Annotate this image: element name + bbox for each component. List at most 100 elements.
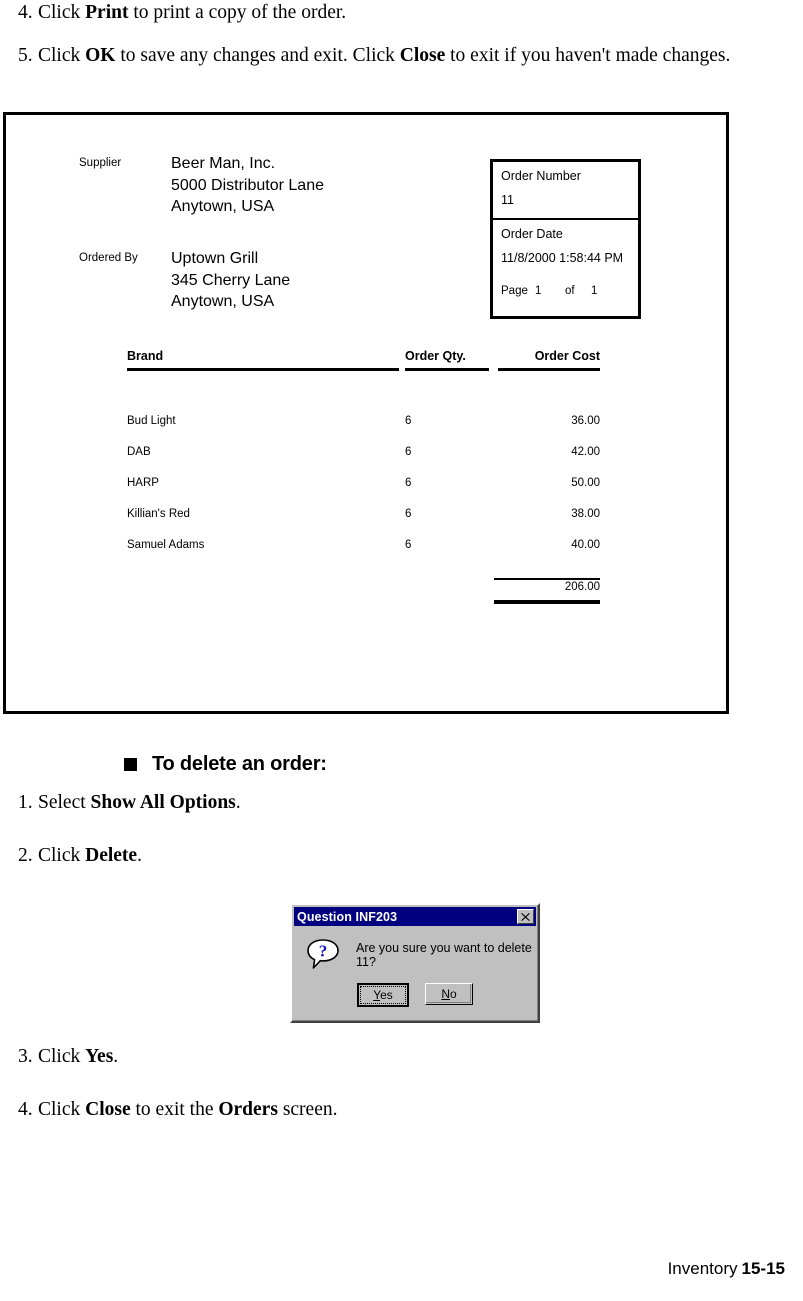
- step-plain: .: [235, 792, 241, 813]
- total-rule-bottom: [494, 600, 600, 604]
- cell-brand: Bud Light: [127, 415, 176, 427]
- step-plain: to exit if you haven't made changes.: [445, 45, 731, 66]
- instruction-step: 4. Click Close to exit the Orders screen.: [0, 1097, 803, 1122]
- cell-order-cost: 40.00: [571, 539, 600, 551]
- column-header-order-cost: Order Cost: [534, 349, 600, 363]
- no-button[interactable]: No: [425, 983, 473, 1005]
- step-text: Click Delete.: [38, 843, 803, 868]
- page-footer: Inventory 15-15: [668, 1259, 785, 1279]
- footer-chapter: Inventory: [667, 1259, 738, 1278]
- delete-order-steps-continued: 3. Click Yes. 4. Click Close to exit the Or…: [0, 1044, 803, 1122]
- table-row: DAB 6 42.00: [125, 446, 605, 477]
- instruction-step: 4. Click Print to print a copy of the ord…: [0, 0, 803, 25]
- page-total: 1: [591, 285, 598, 297]
- page-label: Page: [501, 285, 528, 297]
- header-rule-brand: [127, 368, 399, 371]
- step-emphasis: Show All Options: [90, 792, 236, 813]
- page-indicator: Page 1 of 1: [501, 285, 638, 297]
- section-heading: To delete an order:: [124, 753, 327, 776]
- dialog-titlebar[interactable]: Question INF203: [294, 907, 536, 926]
- cell-order-qty: 6: [405, 446, 412, 458]
- total-rule-top: [494, 578, 600, 580]
- table-body: Bud Light 6 36.00 DAB 6 42.00 HARP 6 50.00 Killia…: [125, 415, 605, 570]
- order-info-box: Order Number 11 Order Date 11/8/2000 1:5…: [490, 159, 641, 319]
- step-number: 4.: [18, 1099, 33, 1120]
- step-emphasis: Delete: [85, 845, 138, 866]
- step-plain: Click: [38, 1046, 86, 1067]
- dialog-body: ? Are you sure you want to delete 11?: [294, 929, 536, 981]
- section-heading-text: To delete an order:: [152, 753, 327, 775]
- yes-button[interactable]: Yes: [357, 983, 409, 1007]
- close-icon[interactable]: [517, 909, 534, 924]
- cell-brand: HARP: [127, 477, 159, 489]
- cell-brand: Killian's Red: [127, 508, 190, 520]
- step-emphasis: OK: [85, 45, 116, 66]
- order-number-value: 11: [501, 193, 514, 207]
- cell-order-cost: 38.00: [571, 508, 600, 520]
- order-date-label: Order Date: [501, 227, 563, 241]
- table-row: Samuel Adams 6 40.00: [125, 539, 605, 570]
- filled-square-icon: [124, 758, 137, 771]
- table-header-row: Brand Order Qty. Order Cost: [125, 349, 605, 371]
- step-text: Click OK to save any changes and exit. C…: [38, 43, 803, 68]
- cell-order-qty: 6: [405, 508, 412, 520]
- instruction-step: 1. Select Show All Options.: [0, 790, 803, 815]
- order-number-section: Order Number 11: [493, 162, 638, 220]
- step-emphasis: Yes: [85, 1046, 114, 1067]
- step-number: 3.: [18, 1046, 33, 1067]
- order-total-block: 206.00: [125, 578, 605, 612]
- cell-order-qty: 6: [405, 477, 412, 489]
- instruction-step: 5. Click OK to save any changes and exit.…: [0, 43, 803, 68]
- question-dialog[interactable]: Question INF203 ? Are you sure you want …: [290, 903, 540, 1023]
- header-rule-qty: [405, 368, 489, 371]
- cell-brand: DAB: [127, 446, 151, 458]
- step-plain: .: [113, 1046, 119, 1067]
- dialog-title: Question INF203: [297, 909, 398, 924]
- step-plain: Click: [38, 2, 86, 23]
- column-header-order-qty: Order Qty.: [405, 349, 466, 363]
- step-number: 4.: [18, 2, 33, 23]
- ordered-by-label: Ordered By: [79, 252, 138, 264]
- svg-text:?: ?: [319, 942, 328, 961]
- order-date-value: 11/8/2000 1:58:44 PM: [501, 251, 624, 265]
- order-date-section: Order Date 11/8/2000 1:58:44 PM Page 1 of 1: [493, 220, 638, 297]
- step-text: Click Close to exit the Orders screen.: [38, 1097, 803, 1122]
- delete-order-steps: 1. Select Show All Options. 2. Click Delete…: [0, 790, 803, 868]
- instruction-step: 3. Click Yes.: [0, 1044, 803, 1069]
- step-plain: to exit the: [130, 1099, 219, 1120]
- order-report-preview: Supplier Beer Man, Inc. 5000 Distributor…: [3, 112, 729, 714]
- step-plain: Click: [38, 45, 86, 66]
- cell-order-cost: 36.00: [571, 415, 600, 427]
- yes-button-label-rest: es: [380, 988, 393, 1002]
- step-plain: Click: [38, 1099, 86, 1120]
- step-emphasis: Print: [85, 2, 129, 23]
- step-emphasis: Close: [85, 1099, 131, 1120]
- supplier-label: Supplier: [79, 157, 122, 169]
- ordered-by-address: Uptown Grill 345 Cherry Lane Anytown, US…: [171, 250, 291, 310]
- step-text: Click Yes.: [38, 1044, 803, 1069]
- column-header-brand: Brand: [127, 349, 164, 363]
- cell-order-qty: 6: [405, 415, 412, 427]
- header-rule-cost: [498, 368, 600, 371]
- step-emphasis: Close: [399, 45, 446, 66]
- step-plain: to save any changes and exit. Click: [115, 45, 400, 66]
- step-text: Select Show All Options.: [38, 790, 803, 815]
- question-bubble-icon: ?: [306, 939, 340, 971]
- cell-order-cost: 50.00: [571, 477, 600, 489]
- step-plain: screen.: [277, 1099, 338, 1120]
- table-row: Killian's Red 6 38.00: [125, 508, 605, 539]
- instruction-step: 2. Click Delete.: [0, 843, 803, 868]
- step-number: 1.: [18, 792, 33, 813]
- step-plain: Select: [38, 792, 91, 813]
- step-number: 5.: [18, 45, 33, 66]
- cell-brand: Samuel Adams: [127, 539, 205, 551]
- step-emphasis: Orders: [218, 1099, 278, 1120]
- step-text: Click Print to print a copy of the order…: [38, 0, 803, 25]
- top-instruction-steps: 4. Click Print to print a copy of the ord…: [0, 0, 803, 68]
- dialog-message-text: Are you sure you want to delete 11?: [356, 941, 532, 969]
- step-plain: to print a copy of the order.: [128, 2, 347, 23]
- button-bevel: [426, 984, 471, 1003]
- table-row: HARP 6 50.00: [125, 477, 605, 508]
- step-number: 2.: [18, 845, 33, 866]
- order-total-value: 206.00: [564, 581, 600, 593]
